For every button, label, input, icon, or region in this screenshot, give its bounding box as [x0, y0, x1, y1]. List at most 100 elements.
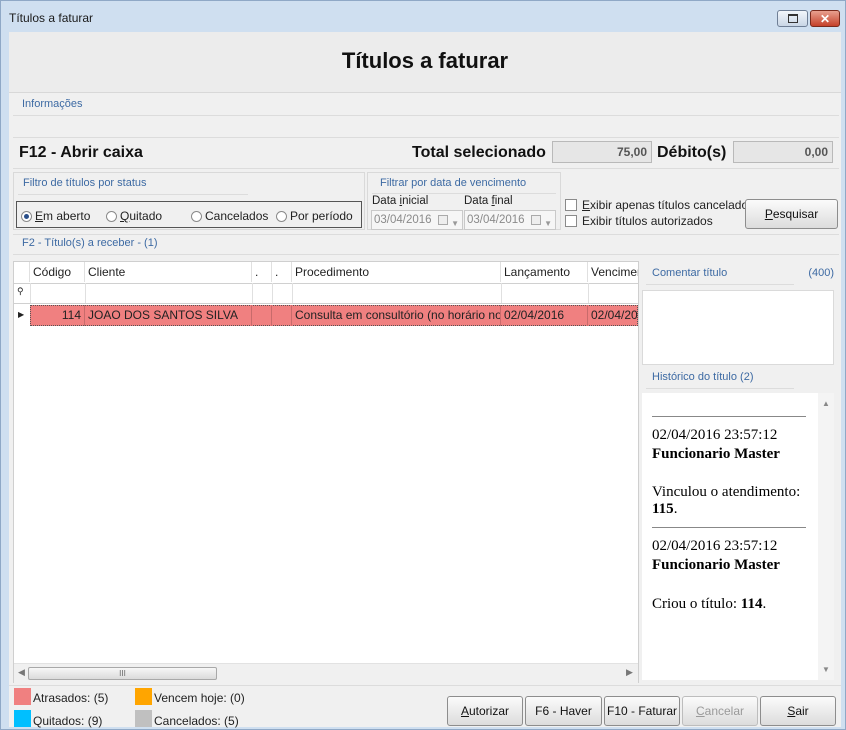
scroll-right-icon[interactable]: ▶	[626, 667, 633, 678]
calendar-icon	[438, 215, 448, 225]
comment-textarea[interactable]	[642, 290, 834, 365]
checkbox-cancelados[interactable]: Exibir apenas títulos cancelados	[565, 198, 754, 212]
column-header-cliente[interactable]: Cliente	[85, 262, 252, 282]
client-area: Títulos a faturar Informações F12 - Abri…	[9, 32, 841, 728]
row-indicator-header	[14, 262, 30, 282]
radio-em-aberto[interactable]: Em aberto	[21, 209, 90, 223]
column-header-dot2[interactable]: .	[272, 262, 292, 282]
radio-circle	[276, 210, 287, 222]
history-divider	[652, 416, 806, 417]
data-final-input[interactable]: 03/04/2016 ▼	[464, 210, 556, 230]
divider	[13, 168, 839, 169]
radio-dot	[24, 213, 29, 219]
radio-quitado[interactable]: Quitado	[106, 209, 162, 223]
radio-cancelados[interactable]: Cancelados	[191, 209, 268, 223]
autorizar-button[interactable]: Autorizar	[447, 696, 523, 726]
divider	[9, 685, 841, 686]
date-filter-group: Filtrar por data de vencimento Data inic…	[367, 172, 561, 230]
grid-filter-row: ⚲	[14, 283, 638, 304]
comment-count: (400)	[808, 267, 834, 279]
debitos-label: Débito(s)	[657, 144, 727, 161]
cell-dot1	[252, 305, 272, 326]
abrir-caixa-label[interactable]: F12 - Abrir caixa	[19, 144, 143, 162]
column-header-codigo[interactable]: Código	[30, 262, 85, 282]
pesquisar-button[interactable]: Pesquisar	[745, 199, 838, 229]
filter-icon[interactable]: ⚲	[17, 286, 24, 297]
history-label: Histórico do título (2)	[652, 371, 754, 383]
data-final-label: Data final	[464, 195, 513, 207]
history-datetime: 02/04/2016 23:57:12	[652, 538, 778, 554]
grid-header: Código Cliente . . Procedimento Lançamen…	[14, 262, 638, 284]
history-panel: Histórico do título (2) 02/04/2016 23:57…	[642, 368, 834, 680]
faturar-button[interactable]: F10 - Faturar	[604, 696, 680, 726]
radio-label: Quitado	[120, 209, 163, 223]
sair-button[interactable]: Sair	[760, 696, 836, 726]
scroll-thumb[interactable]: III	[28, 667, 217, 680]
divider	[646, 388, 794, 389]
checkbox-box	[565, 215, 577, 227]
haver-button[interactable]: F6 - Haver	[525, 696, 602, 726]
scroll-left-icon[interactable]: ◀	[18, 667, 25, 678]
legend-atrasados: Atrasados: (5)	[33, 691, 109, 705]
column-header-dot1[interactable]: .	[252, 262, 272, 282]
date-filter-label: Filtrar por data de vencimento	[380, 177, 527, 189]
divider	[13, 115, 839, 116]
close-icon: ✕	[819, 11, 831, 26]
legend-cancelados: Cancelados: (5)	[154, 714, 239, 728]
total-selecionado-value: 75,00	[552, 141, 652, 163]
checkbox-label: Exibir títulos autorizados	[582, 214, 713, 228]
window-title: Títulos a faturar	[9, 11, 94, 25]
radio-por-periodo[interactable]: Por período	[276, 209, 353, 223]
titulos-grid: Código Cliente . . Procedimento Lançamen…	[13, 261, 639, 683]
comment-label: Comentar título	[652, 267, 728, 279]
cell-lancamento: 02/04/2016	[501, 305, 588, 326]
cell-cliente: JOAO DOS SANTOS SILVA	[85, 305, 252, 326]
divider	[588, 283, 589, 303]
page-title: Títulos a faturar	[341, 48, 509, 73]
grid-section-label: F2 - Título(s) a receber - (1)	[22, 237, 158, 249]
divider	[501, 283, 502, 303]
restore-button[interactable]	[777, 10, 808, 27]
divider	[18, 194, 248, 195]
divider	[13, 137, 839, 138]
checkbox-box	[565, 199, 577, 211]
checkbox-label: Exibir apenas títulos cancelados	[582, 198, 755, 212]
divider	[13, 234, 839, 235]
column-header-lancamento[interactable]: Lançamento	[501, 262, 588, 282]
status-filter-label: Filtro de títulos por status	[23, 177, 147, 189]
cell-dot2	[272, 305, 292, 326]
cell-codigo: 114	[30, 305, 85, 326]
status-radio-group: Em aberto Quitado Cancelados Por período	[16, 201, 362, 228]
radio-circle	[106, 210, 117, 222]
legend-swatch-quitados	[14, 710, 31, 727]
divider	[30, 283, 31, 303]
data-inicial-input[interactable]: 03/04/2016 ▼	[371, 210, 463, 230]
divider	[372, 193, 556, 194]
legend-swatch-cancelados	[135, 710, 152, 727]
close-button[interactable]: ✕	[810, 10, 840, 27]
status-filter-group: Filtro de títulos por status Em aberto Q…	[13, 172, 365, 230]
column-header-procedimento[interactable]: Procedimento	[292, 262, 501, 282]
divider	[13, 254, 839, 255]
history-datetime: 02/04/2016 23:57:12	[652, 427, 778, 443]
radio-circle	[191, 210, 202, 222]
debitos-value: 0,00	[733, 141, 833, 163]
legend-swatch-vencem-hoje	[135, 688, 152, 705]
table-row[interactable]: ▶ 114 JOAO DOS SANTOS SILVA Consulta em …	[14, 305, 638, 326]
divider	[272, 283, 273, 303]
data-inicial-label: Data inicial	[372, 195, 429, 207]
vertical-scrollbar[interactable]: ▲ ▼	[818, 393, 834, 680]
info-group-label: Informações	[22, 98, 83, 110]
radio-label: Em aberto	[35, 209, 91, 223]
checkbox-autorizados[interactable]: Exibir títulos autorizados	[565, 214, 713, 228]
scroll-up-icon[interactable]: ▲	[822, 399, 830, 408]
cancelar-button[interactable]: Cancelar	[682, 696, 758, 726]
comment-panel: Comentar título (400)	[642, 265, 834, 365]
column-header-vencimento[interactable]: Venciment	[588, 262, 638, 282]
divider	[646, 284, 794, 285]
total-selecionado-label: Total selecionado	[412, 144, 546, 161]
horizontal-scrollbar[interactable]: ◀ III ▶	[14, 663, 638, 683]
cell-vencimento: 02/04/20	[591, 308, 638, 322]
scroll-down-icon[interactable]: ▼	[822, 665, 830, 674]
legend-vencem-hoje: Vencem hoje: (0)	[154, 691, 245, 705]
